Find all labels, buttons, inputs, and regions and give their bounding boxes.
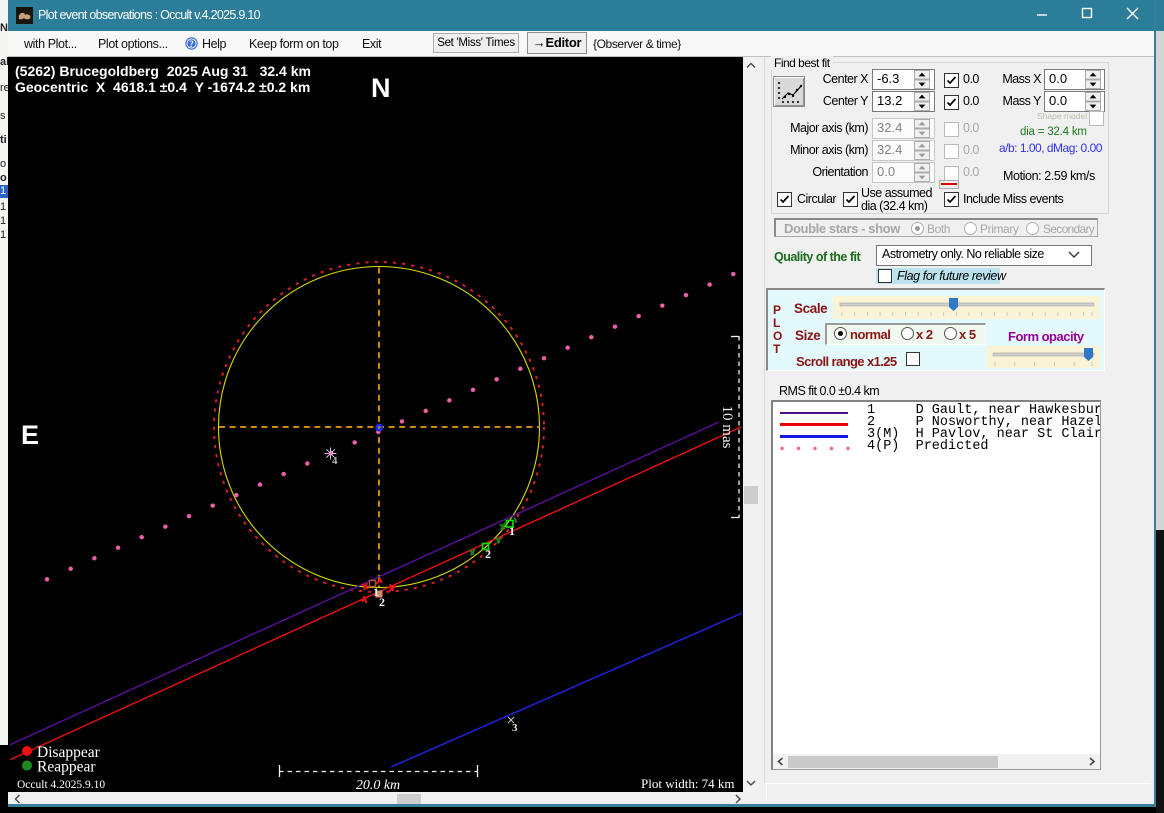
svg-text:20.0 km: 20.0 km xyxy=(356,778,400,792)
svg-text:Occult 4.2025.9.10: Occult 4.2025.9.10 xyxy=(17,779,105,791)
svg-text:N: N xyxy=(371,73,391,103)
svg-text:4: 4 xyxy=(332,455,338,467)
svg-text:2: 2 xyxy=(379,595,385,609)
svg-text:3: 3 xyxy=(512,722,518,734)
svg-text:Geocentric X 4618.1 ±0.4 Y: Geocentric X 4618.1 ±0.4 Y -1674.2 ±0.2 … xyxy=(15,79,310,95)
svg-text:10 mas: 10 mas xyxy=(719,406,735,449)
svg-text:E: E xyxy=(21,420,39,450)
svg-text:(5262) Brucegoldberg 2025 Aug: (5262) Brucegoldberg 2025 Aug 31 32.4 km xyxy=(15,63,311,79)
svg-text:1: 1 xyxy=(509,524,515,538)
svg-text:Reappear: Reappear xyxy=(37,759,96,776)
svg-text:Plot width: 74 km: Plot width: 74 km xyxy=(641,776,735,791)
svg-text:2: 2 xyxy=(485,547,491,561)
svg-text:?: ? xyxy=(189,39,194,49)
